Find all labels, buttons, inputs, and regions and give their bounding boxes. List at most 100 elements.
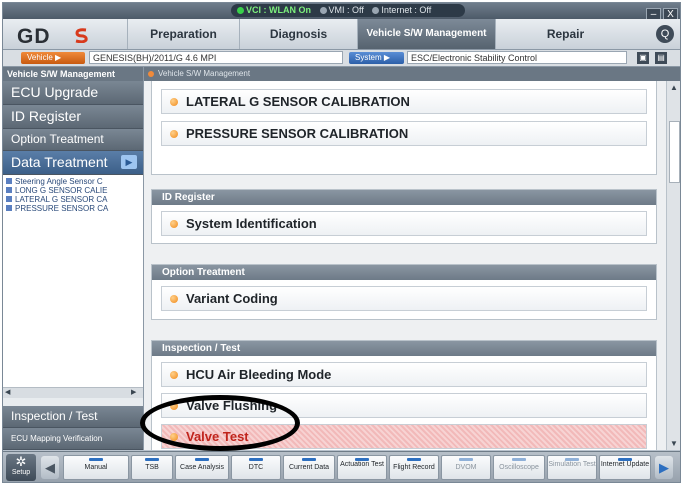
sidebar-item-ecu-mapping-verification[interactable]: ECU Mapping Verification (3, 428, 143, 450)
manual-button[interactable]: Manual (63, 455, 129, 480)
bullet-icon (170, 295, 178, 303)
group-title: Inspection / Test (152, 341, 656, 356)
tab-preparation[interactable]: Preparation (127, 19, 239, 49)
internet-update-button[interactable]: Internet Update (599, 455, 651, 480)
scroll-right-icon[interactable]: ▶ (131, 389, 139, 397)
top-navigation: GD Preparation Diagnosis Vehicle S/W Man… (3, 19, 680, 50)
function-list: LATERAL G SENSOR CALIBRATION PRESSURE SE… (144, 81, 666, 450)
main-header-title: Vehicle S/W Management (158, 69, 251, 78)
case-analysis-button[interactable]: Case Analysis (175, 455, 229, 480)
previous-button[interactable]: ◀ (41, 456, 59, 479)
actuation-test-button[interactable]: Actuation Test (337, 455, 387, 480)
bullet-icon (170, 98, 178, 106)
scroll-left-icon[interactable]: ◀ (5, 389, 13, 397)
vehicle-button-label: Vehicle (27, 53, 53, 62)
sidebar-item-ecu-upgrade[interactable]: ECU Upgrade (3, 81, 143, 105)
vehicle-field: GENESIS(BH)/2011/G 4.6 MPI (89, 51, 343, 64)
vehicle-bar: Vehicle ▶ GENESIS(BH)/2011/G 4.6 MPI Sys… (3, 50, 680, 67)
group-option-treatment: Option Treatment Variant Coding (151, 264, 657, 320)
print-icon[interactable]: ▣ (637, 52, 649, 64)
sidebar: Vehicle S/W Management ECU Upgrade ID Re… (3, 67, 144, 450)
sidebar-item-label: Data Treatment (11, 154, 108, 170)
chevron-right-icon: ▶ (121, 155, 137, 169)
gds-logo: GD (17, 25, 51, 48)
sidebar-header: Vehicle S/W Management (3, 67, 143, 81)
vci-status: VCI : WLAN On (246, 5, 311, 15)
sidebar-item-data-treatment[interactable]: Data Treatment ▶ (3, 151, 143, 175)
tab-diagnosis[interactable]: Diagnosis (239, 19, 357, 49)
scrollbar-thumb[interactable] (669, 121, 680, 183)
chevron-left-icon: ◀ (45, 460, 55, 475)
horizontal-scrollbar[interactable]: ◀ ▶ (3, 387, 143, 398)
wrench-icon: ✲ (15, 454, 27, 469)
gds-window: VCI : WLAN On VMI : Off Internet : Off –… (2, 2, 681, 483)
tab-vehicle-sw-management[interactable]: Vehicle S/W Management (357, 19, 495, 49)
scroll-down-icon[interactable]: ▼ (670, 439, 678, 448)
flight-record-button[interactable]: Flight Record (389, 455, 439, 480)
vmi-status: VMI : Off (328, 5, 364, 15)
tsb-button[interactable]: TSB (131, 455, 173, 480)
main-header: Vehicle S/W Management (144, 67, 680, 81)
scroll-up-icon[interactable]: ▲ (670, 83, 678, 92)
group-title: ID Register (152, 190, 656, 205)
bullet-icon (170, 130, 178, 138)
group-title: Option Treatment (152, 265, 656, 280)
item-label: Variant Coding (186, 291, 278, 306)
search-button[interactable]: Q (656, 25, 674, 43)
dtc-button[interactable]: DTC (231, 455, 281, 480)
simulation-test-button[interactable]: Simulation Test (547, 455, 597, 480)
vertical-scrollbar[interactable]: ▲ ▼ (666, 81, 680, 450)
status-bar: VCI : WLAN On VMI : Off Internet : Off –… (3, 3, 680, 21)
item-label: Valve Flushing (186, 398, 278, 413)
list-item[interactable]: Steering Angle Sensor C (6, 177, 143, 186)
variant-coding-button[interactable]: Variant Coding (161, 286, 647, 311)
item-label: LATERAL G SENSOR CALIBRATION (186, 94, 410, 109)
item-label: HCU Air Bleeding Mode (186, 367, 332, 382)
vehicle-button[interactable]: Vehicle ▶ (21, 52, 85, 64)
list-item[interactable]: PRESSURE SENSOR CA (6, 204, 143, 213)
system-button-label: System (355, 53, 382, 62)
sidebar-item-id-register[interactable]: ID Register (3, 105, 143, 129)
chevron-right-icon: ▶ (659, 460, 669, 475)
bullet-icon (170, 371, 178, 379)
system-identification-button[interactable]: System Identification (161, 211, 647, 236)
header-bullet-icon (148, 71, 154, 77)
internet-status-icon (372, 7, 380, 14)
vmi-status-icon (319, 7, 327, 14)
lateral-g-sensor-calibration-button[interactable]: LATERAL G SENSOR CALIBRATION (161, 89, 647, 114)
info-icon[interactable]: ▤ (655, 52, 667, 64)
group-id-register: ID Register System Identification (151, 189, 657, 244)
data-treatment-list: Steering Angle Sensor C LONG G SENSOR CA… (3, 175, 143, 387)
oscilloscope-button[interactable]: Oscilloscope (493, 455, 545, 480)
item-label: Valve Test (186, 429, 249, 444)
valve-flushing-button[interactable]: Valve Flushing (161, 393, 647, 418)
bullet-icon (170, 220, 178, 228)
item-label: PRESSURE SENSOR CALIBRATION (186, 126, 409, 141)
next-button[interactable]: ▶ (655, 456, 673, 479)
sidebar-bottom: Inspection / Test ECU Mapping Verificati… (3, 406, 143, 450)
system-field: ESC/Electronic Stability Control (407, 51, 627, 64)
bottom-toolbar: ✲ Setup ◀ Manual TSB Case Analysis DTC C… (3, 451, 680, 482)
gds-logo-mark-icon (75, 28, 88, 43)
current-data-button[interactable]: Current Data (283, 455, 335, 480)
sidebar-item-inspection-test[interactable]: Inspection / Test (3, 406, 143, 428)
sidebar-item-option-treatment[interactable]: Option Treatment (3, 129, 143, 151)
pressure-sensor-calibration-button[interactable]: PRESSURE SENSOR CALIBRATION (161, 121, 647, 146)
main-panel: Vehicle S/W Management LATERAL G SENSOR … (144, 67, 680, 450)
group-data-treatment: LATERAL G SENSOR CALIBRATION PRESSURE SE… (151, 81, 657, 175)
setup-label: Setup (11, 469, 31, 476)
list-item[interactable]: LATERAL G SENSOR CA (6, 195, 143, 204)
bullet-icon (170, 433, 178, 441)
valve-test-button[interactable]: Valve Test (161, 424, 647, 449)
system-button[interactable]: System ▶ (349, 52, 404, 64)
list-item[interactable]: LONG G SENSOR CALIE (6, 186, 143, 195)
bullet-icon (170, 402, 178, 410)
vci-status-icon (237, 7, 244, 14)
hcu-air-bleeding-mode-button[interactable]: HCU Air Bleeding Mode (161, 362, 647, 387)
setup-button[interactable]: ✲ Setup (6, 454, 36, 481)
group-inspection-test: Inspection / Test HCU Air Bleeding Mode … (151, 340, 657, 450)
connection-status: VCI : WLAN On VMI : Off Internet : Off (231, 4, 465, 17)
tab-repair[interactable]: Repair (495, 19, 635, 49)
internet-status: Internet : Off (381, 5, 432, 15)
dvom-button[interactable]: DVOM (441, 455, 491, 480)
